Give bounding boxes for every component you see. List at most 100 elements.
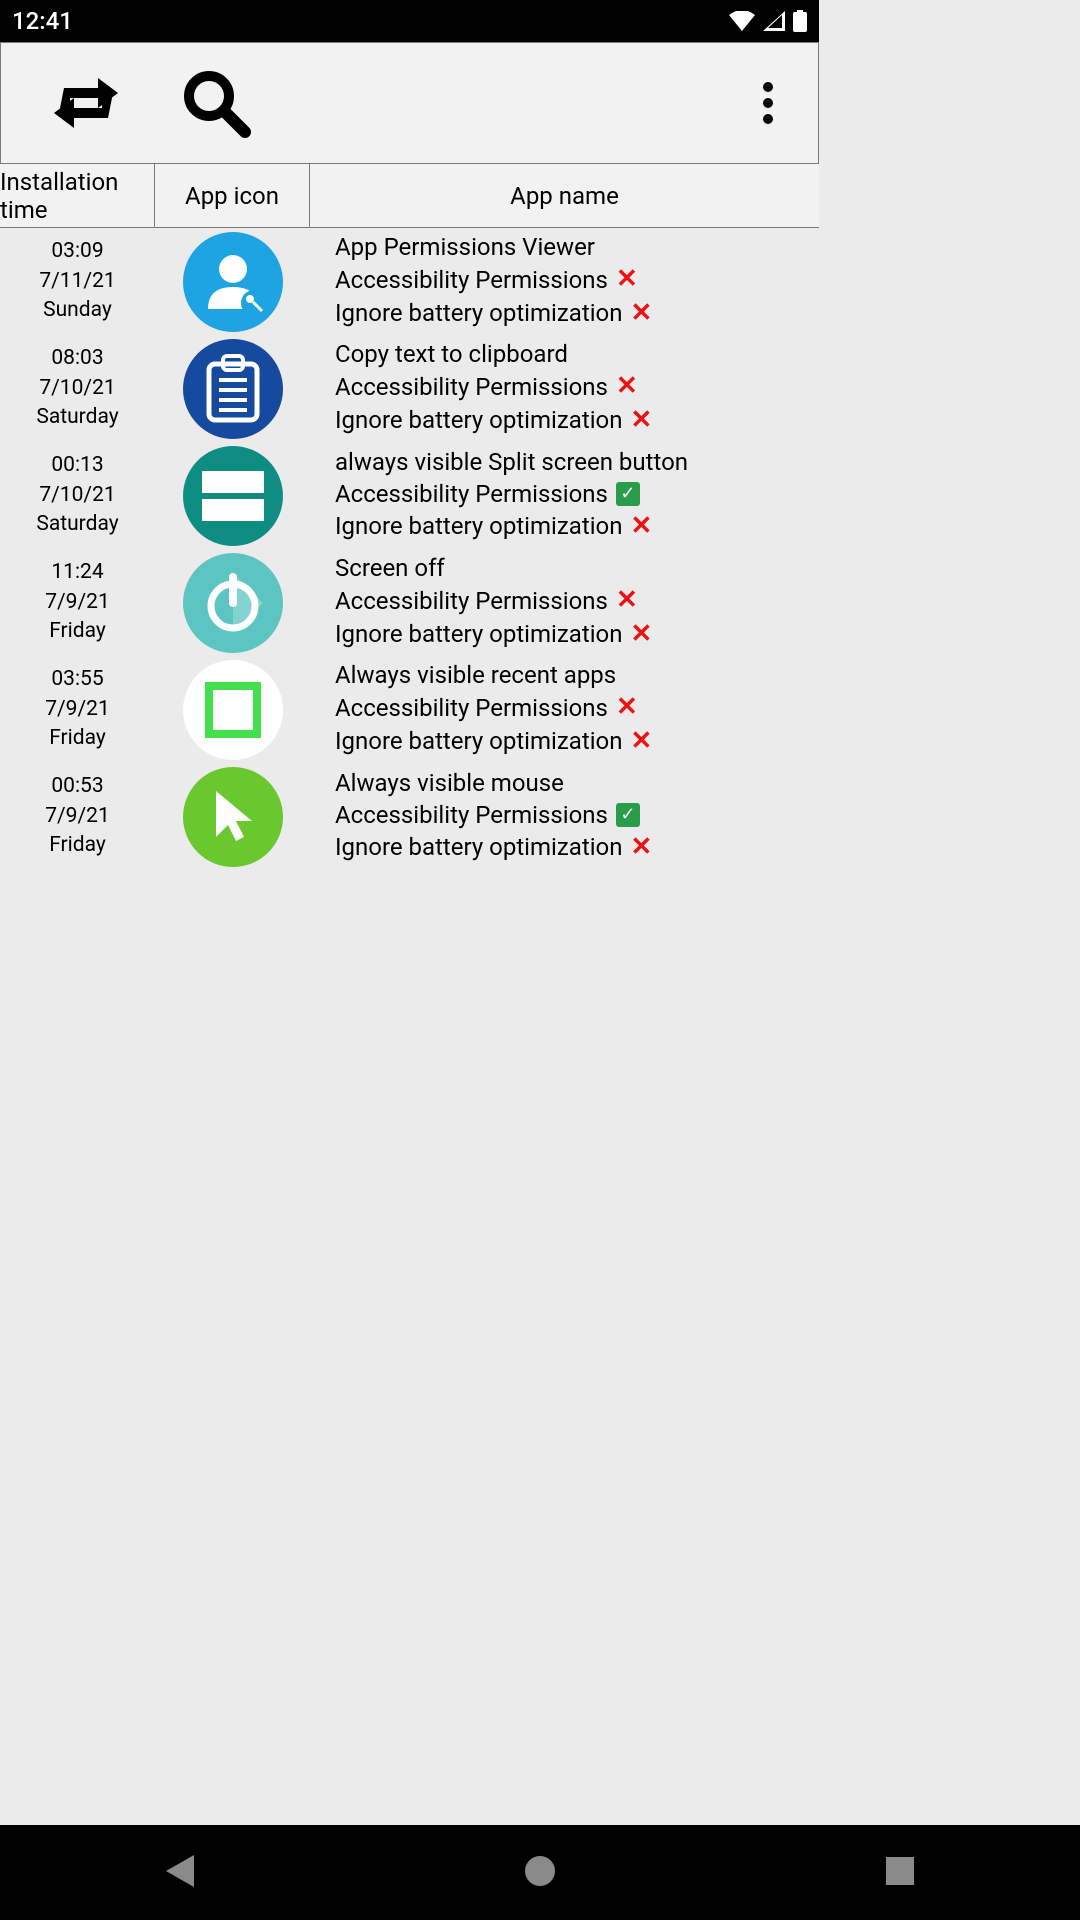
cross-icon: ✕ <box>630 297 652 331</box>
app-name: Always visible mouse <box>335 768 819 799</box>
app-info-cell: always visible Split screen button Acces… <box>310 447 819 543</box>
install-date: 7/9/21 <box>0 802 155 831</box>
install-time-cell: 08:03 7/10/21 Saturday <box>0 344 155 432</box>
header-install-time[interactable]: Installation time <box>0 164 155 227</box>
accessibility-perm: Accessibility Permissions ✕ <box>335 691 819 725</box>
install-date: 7/9/21 <box>0 695 155 724</box>
cross-icon: ✕ <box>630 831 652 865</box>
install-time-cell: 03:55 7/9/21 Friday <box>0 665 155 753</box>
app-name: Screen off <box>335 553 819 584</box>
nav-recent[interactable] <box>886 1857 914 1889</box>
install-date: 7/10/21 <box>0 481 155 510</box>
install-time: 11:24 <box>0 558 155 587</box>
cross-icon: ✕ <box>616 584 638 618</box>
toolbar <box>0 42 819 164</box>
app-info-cell: App Permissions Viewer Accessibility Per… <box>310 232 819 331</box>
battery-icon <box>793 10 807 32</box>
app-name: Always visible recent apps <box>335 660 819 691</box>
header-app-name[interactable]: App name <box>310 164 819 227</box>
install-day: Friday <box>0 724 155 753</box>
header-app-icon[interactable]: App icon <box>155 164 310 227</box>
install-date: 7/10/21 <box>0 374 155 403</box>
check-icon: ✓ <box>616 482 640 506</box>
install-time-cell: 11:24 7/9/21 Friday <box>0 558 155 646</box>
battery-perm: Ignore battery optimization ✕ <box>335 404 819 438</box>
cross-icon: ✕ <box>630 510 652 544</box>
install-time: 03:09 <box>0 237 155 266</box>
cross-icon: ✕ <box>616 263 638 297</box>
install-time-cell: 03:09 7/11/21 Sunday <box>0 237 155 325</box>
status-time: 12:41 <box>12 7 73 35</box>
install-date: 7/11/21 <box>0 267 155 296</box>
accessibility-perm: Accessibility Permissions ✕ <box>335 370 819 404</box>
app-icon <box>183 446 283 546</box>
cross-icon: ✕ <box>616 370 638 404</box>
battery-perm: Ignore battery optimization ✕ <box>335 618 819 652</box>
install-day: Saturday <box>0 510 155 539</box>
app-name: always visible Split screen button <box>335 447 819 478</box>
install-time: 03:55 <box>0 665 155 694</box>
list-item[interactable]: 03:55 7/9/21 Friday Always visible recen… <box>0 656 819 763</box>
list-item[interactable]: 08:03 7/10/21 Saturday Copy text to clip… <box>0 335 819 442</box>
install-time: 08:03 <box>0 344 155 373</box>
nav-bar <box>0 1825 1080 1920</box>
install-date: 7/9/21 <box>0 588 155 617</box>
accessibility-perm: Accessibility Permissions ✓ <box>335 800 819 831</box>
battery-perm: Ignore battery optimization ✕ <box>335 725 819 759</box>
app-info-cell: Always visible mouse Accessibility Permi… <box>310 768 819 864</box>
app-icon <box>183 553 283 653</box>
install-time-cell: 00:13 7/10/21 Saturday <box>0 451 155 539</box>
search-icon <box>181 68 251 138</box>
status-icons <box>729 10 807 32</box>
app-list: 03:09 7/11/21 Sunday App Permissions Vie… <box>0 228 819 870</box>
app-icon <box>183 232 283 332</box>
battery-perm: Ignore battery optimization ✕ <box>335 297 819 331</box>
cross-icon: ✕ <box>616 691 638 725</box>
status-bar: 12:41 <box>0 0 819 42</box>
install-day: Sunday <box>0 296 155 325</box>
cross-icon: ✕ <box>630 404 652 438</box>
install-time-cell: 00:53 7/9/21 Friday <box>0 772 155 860</box>
app-name: App Permissions Viewer <box>335 232 819 263</box>
app-icon-cell <box>155 446 310 546</box>
app-icon-cell <box>155 339 310 439</box>
accessibility-perm: Accessibility Permissions ✕ <box>335 263 819 297</box>
battery-perm: Ignore battery optimization ✕ <box>335 831 819 865</box>
accessibility-perm: Accessibility Permissions ✓ <box>335 479 819 510</box>
install-day: Friday <box>0 831 155 860</box>
list-item[interactable]: 00:53 7/9/21 Friday Always visible mouse… <box>0 763 819 870</box>
search-button[interactable] <box>151 68 281 138</box>
app-icon-cell <box>155 660 310 760</box>
list-item[interactable]: 11:24 7/9/21 Friday Screen off Accessibi… <box>0 549 819 656</box>
battery-perm: Ignore battery optimization ✕ <box>335 510 819 544</box>
list-item[interactable]: 00:13 7/10/21 Saturday always visible Sp… <box>0 442 819 549</box>
nav-back[interactable] <box>166 1855 194 1891</box>
list-item[interactable]: 03:09 7/11/21 Sunday App Permissions Vie… <box>0 228 819 335</box>
cross-icon: ✕ <box>630 725 652 759</box>
app-info-cell: Screen off Accessibility Permissions ✕ I… <box>310 553 819 652</box>
install-day: Friday <box>0 617 155 646</box>
app-info-cell: Always visible recent apps Accessibility… <box>310 660 819 759</box>
nav-home[interactable] <box>525 1856 555 1890</box>
app-info-cell: Copy text to clipboard Accessibility Per… <box>310 339 819 438</box>
app-icon-cell <box>155 553 310 653</box>
menu-button[interactable] <box>738 81 798 125</box>
wifi-icon <box>729 11 755 31</box>
home-icon <box>525 1856 555 1886</box>
back-icon <box>166 1855 194 1887</box>
app-icon <box>183 339 283 439</box>
install-time: 00:53 <box>0 772 155 801</box>
cross-icon: ✕ <box>630 618 652 652</box>
app-icon-cell <box>155 232 310 332</box>
recent-icon <box>886 1857 914 1885</box>
app-icon <box>183 767 283 867</box>
more-vert-icon <box>762 81 774 125</box>
accessibility-perm: Accessibility Permissions ✕ <box>335 584 819 618</box>
signal-icon <box>763 11 785 31</box>
install-time: 00:13 <box>0 451 155 480</box>
app-name: Copy text to clipboard <box>335 339 819 370</box>
table-header: Installation time App icon App name <box>0 164 819 228</box>
refresh-icon <box>52 74 120 132</box>
app-icon <box>183 660 283 760</box>
refresh-button[interactable] <box>21 74 151 132</box>
